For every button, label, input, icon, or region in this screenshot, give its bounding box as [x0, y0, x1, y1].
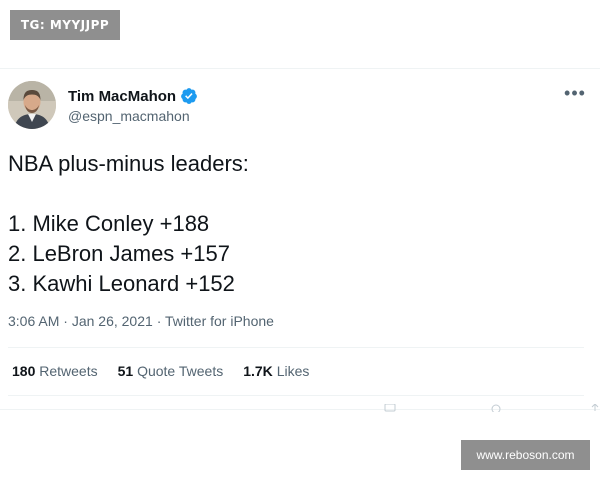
reply-icon[interactable]: [384, 404, 396, 412]
tweet-actions-cropped: [380, 404, 600, 412]
avatar[interactable]: [8, 81, 56, 129]
tweet-text-line: 1. Mike Conley +188: [8, 211, 210, 236]
tweet-source[interactable]: Twitter for iPhone: [165, 313, 274, 329]
author-handle[interactable]: @espn_macmahon: [68, 108, 190, 124]
tweet-text-line: NBA plus-minus leaders:: [8, 151, 249, 176]
author-name[interactable]: Tim MacMahon: [68, 88, 176, 105]
watermark-top-left: TG: MYYJJPP: [10, 10, 120, 40]
watermark-bottom-right: www.reboson.com: [461, 440, 590, 470]
avatar-image: [8, 81, 56, 129]
tweet-stats: 180 Retweets 51 Quote Tweets 1.7K Likes: [12, 363, 309, 379]
like-icon[interactable]: [490, 404, 502, 412]
tweet-text: NBA plus-minus leaders: 1. Mike Conley +…: [8, 149, 588, 299]
tweet-card: Tim MacMahon @espn_macmahon ••• NBA plus…: [0, 68, 600, 410]
retweets-label: Retweets: [39, 363, 98, 379]
author-name-row[interactable]: Tim MacMahon: [68, 87, 198, 105]
watermark-bottom-right-text: www.reboson.com: [476, 448, 575, 462]
retweets-stat[interactable]: 180 Retweets: [12, 363, 98, 379]
likes-label: Likes: [276, 363, 310, 379]
divider: [8, 395, 584, 396]
tweet-meta: 3:06 AM · Jan 26, 2021 · Twitter for iPh…: [8, 313, 274, 329]
meta-separator: ·: [63, 313, 68, 329]
quote-tweets-label: Quote Tweets: [137, 363, 224, 379]
tweet-time[interactable]: 3:06 AM: [8, 313, 59, 329]
quote-tweets-count: 51: [117, 363, 134, 379]
divider: [8, 347, 584, 348]
verified-badge-icon: [180, 87, 198, 105]
likes-count: 1.7K: [243, 363, 273, 379]
retweets-count: 180: [12, 363, 36, 379]
more-options-icon[interactable]: •••: [563, 83, 587, 103]
tweet-text-line: 2. LeBron James +157: [8, 241, 230, 266]
tweet-text-line: 3. Kawhi Leonard +152: [8, 271, 235, 296]
watermark-top-left-text: TG: MYYJJPP: [20, 18, 110, 32]
quote-tweets-stat[interactable]: 51 Quote Tweets: [118, 363, 224, 379]
share-icon[interactable]: [590, 404, 600, 412]
meta-separator: ·: [156, 313, 162, 329]
tweet-text-blank-line: [8, 179, 588, 209]
tweet-date[interactable]: Jan 26, 2021: [72, 313, 153, 329]
likes-stat[interactable]: 1.7K Likes: [243, 363, 309, 379]
